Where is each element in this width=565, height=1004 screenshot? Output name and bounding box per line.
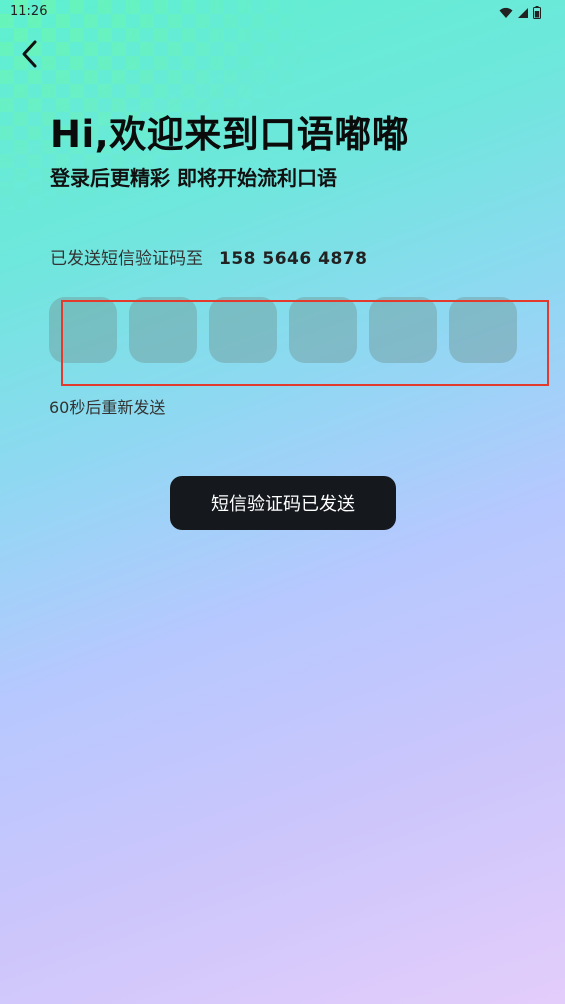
code-digit-box-5[interactable] <box>369 297 437 363</box>
toast-message: 短信验证码已发送 <box>170 476 396 530</box>
wifi-icon <box>499 4 513 23</box>
signal-icon <box>517 4 529 23</box>
battery-icon <box>533 4 541 23</box>
code-sent-info: 已发送短信验证码至 158 5646 4878 <box>50 244 367 269</box>
page-title: Hi,欢迎来到口语嘟嘟 <box>50 113 410 156</box>
status-icons <box>499 4 541 23</box>
back-button[interactable] <box>14 40 46 72</box>
chevron-left-icon <box>20 39 40 73</box>
code-sent-label: 已发送短信验证码至 <box>50 249 203 269</box>
code-digit-box-1[interactable] <box>49 297 117 363</box>
page-subtitle: 登录后更精彩 即将开始流利口语 <box>50 166 337 190</box>
status-bar: 11:26 <box>0 0 565 24</box>
resend-countdown: 60秒后重新发送 <box>49 398 166 417</box>
status-time: 11:26 <box>10 4 48 19</box>
code-digit-box-4[interactable] <box>289 297 357 363</box>
code-digit-box-2[interactable] <box>129 297 197 363</box>
verification-code-input[interactable] <box>49 297 517 363</box>
phone-number: 158 5646 4878 <box>219 249 368 269</box>
code-digit-box-3[interactable] <box>209 297 277 363</box>
code-digit-box-6[interactable] <box>449 297 517 363</box>
